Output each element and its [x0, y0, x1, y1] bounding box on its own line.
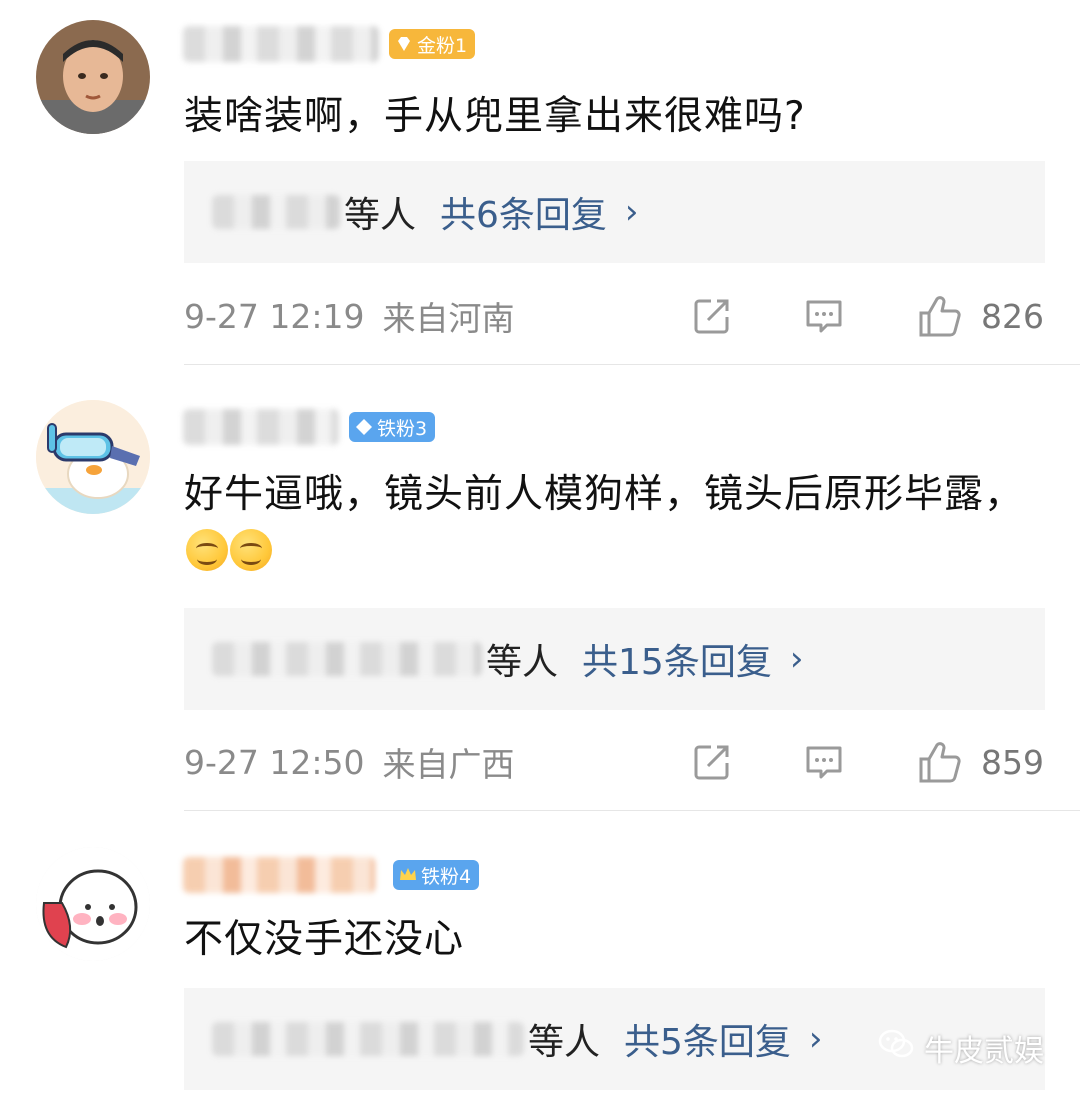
comment-time: 9-27 12:50	[184, 742, 365, 782]
reply-count-link[interactable]: 共5条回复	[624, 1013, 791, 1065]
replier-names-blurred	[212, 195, 340, 229]
chevron-right-icon: ›	[789, 639, 804, 679]
comment-meta: 9-27 12:50 来自广西 859	[184, 739, 1044, 785]
comment-actions: 859	[691, 739, 1044, 785]
comment-time: 9-27 12:19	[184, 296, 365, 336]
comment-item-2: 铁粉3 好牛逼哦，镜头前人模狗样，镜头后原形毕露， 等人 共15条回复 › 9-…	[0, 365, 1080, 811]
reply-count-link[interactable]: 共15条回复	[582, 633, 772, 685]
username-row: 铁粉3	[183, 405, 436, 449]
comment-location: 来自河南	[382, 299, 515, 338]
fan-badge[interactable]: 金粉1	[389, 29, 476, 59]
comment-text: 装啥装啊，手从兜里拿出来很难吗?	[184, 94, 806, 139]
chevron-right-icon: ›	[808, 1019, 823, 1059]
share-icon[interactable]	[691, 295, 733, 337]
comment-text: 不仅没手还没心	[184, 917, 465, 962]
reply-preview[interactable]: 等人 共6条回复 ›	[184, 161, 1045, 263]
comment-text-body: 好牛逼哦，镜头前人模狗样，镜头后原形毕露，	[184, 472, 1025, 517]
username-blurred[interactable]	[183, 857, 375, 893]
comment-item-1: 金粉1 装啥装啊，手从兜里拿出来很难吗? 等人 共6条回复 › 9-27 12:…	[0, 0, 1080, 365]
smile-emoji-icon	[186, 529, 228, 571]
badge-label: 铁粉3	[377, 417, 428, 440]
gem-icon	[395, 35, 413, 53]
watermark-text: 牛皮贰娱	[924, 1034, 1044, 1069]
fan-badge[interactable]: 铁粉4	[393, 860, 480, 890]
comment-icon[interactable]	[803, 741, 845, 783]
crown-icon	[399, 866, 417, 884]
replier-names-blurred	[212, 642, 482, 676]
comment-text: 好牛逼哦，镜头前人模狗样，镜头后原形毕露，	[184, 466, 1044, 582]
reply-others-label: 等人	[344, 195, 417, 236]
avatar[interactable]	[36, 400, 150, 514]
diamond-icon	[355, 418, 373, 436]
username-blurred[interactable]	[183, 26, 379, 62]
username-blurred[interactable]	[183, 409, 339, 445]
replier-names-blurred	[212, 1022, 524, 1056]
watermark: 牛皮贰娱	[878, 1026, 1044, 1070]
reply-others-label: 等人	[528, 1022, 601, 1063]
reply-others-label: 等人	[486, 642, 559, 683]
smile-emoji-icon	[230, 529, 272, 571]
comment-meta: 9-27 12:19 来自河南 826	[184, 293, 1044, 339]
reply-preview[interactable]: 等人 共15条回复 ›	[184, 608, 1045, 710]
like-count: 859	[981, 742, 1044, 782]
avatar[interactable]	[36, 847, 150, 961]
username-row: 金粉1	[183, 22, 476, 66]
chevron-right-icon: ›	[624, 192, 639, 232]
badge-label: 金粉1	[417, 34, 468, 57]
share-icon[interactable]	[691, 741, 733, 783]
comment-actions: 826	[691, 293, 1044, 339]
like-count: 826	[981, 296, 1044, 336]
avatar[interactable]	[36, 20, 150, 134]
comment-location: 来自广西	[382, 745, 515, 784]
fan-badge[interactable]: 铁粉3	[349, 412, 436, 442]
thumbs-up-icon[interactable]	[917, 293, 963, 339]
username-row: 铁粉4	[183, 853, 480, 897]
wechat-icon	[878, 1029, 914, 1067]
comment-icon[interactable]	[803, 295, 845, 337]
reply-count-link[interactable]: 共6条回复	[440, 186, 607, 238]
badge-label: 铁粉4	[421, 865, 472, 888]
thumbs-up-icon[interactable]	[917, 739, 963, 785]
